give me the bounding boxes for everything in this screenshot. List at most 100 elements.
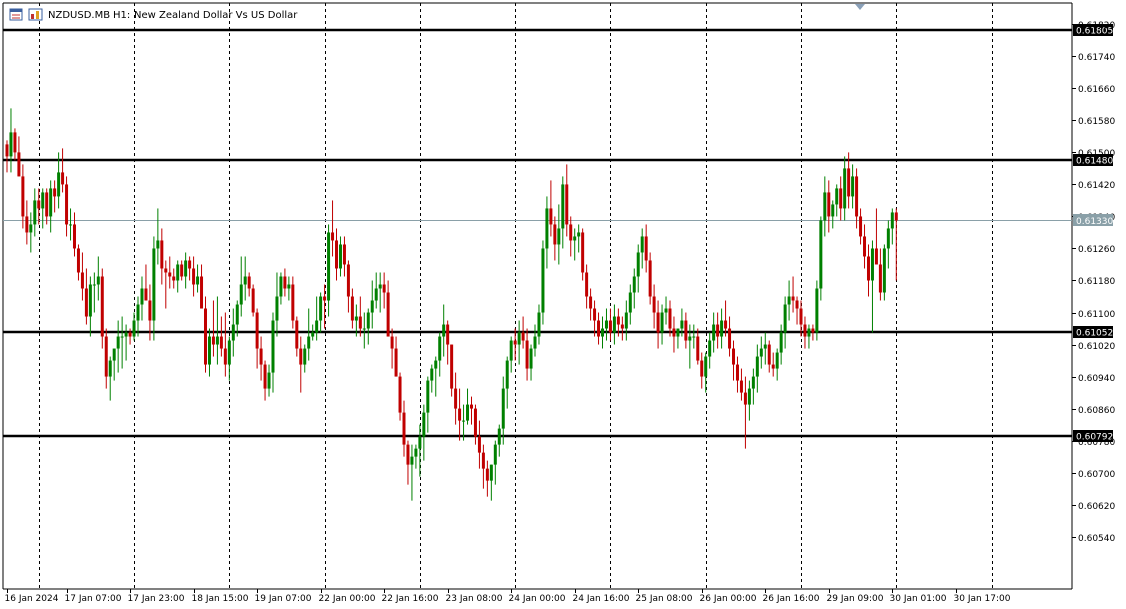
chart-window-icon[interactable] bbox=[9, 8, 23, 21]
candle-body bbox=[835, 188, 839, 205]
candles bbox=[5, 108, 898, 501]
candle-body bbox=[775, 352, 779, 369]
candle-body bbox=[358, 316, 362, 329]
candle bbox=[219, 316, 223, 357]
candle bbox=[589, 288, 593, 321]
candle-body bbox=[509, 340, 513, 361]
candle-body bbox=[366, 312, 370, 329]
candle-body bbox=[112, 348, 116, 361]
candle-body bbox=[866, 256, 870, 281]
candle-body bbox=[72, 224, 76, 249]
candle-body bbox=[779, 332, 783, 353]
candle bbox=[656, 300, 660, 349]
candle bbox=[811, 324, 815, 341]
candle-body bbox=[843, 168, 847, 209]
candle bbox=[295, 316, 299, 357]
candle bbox=[513, 328, 517, 361]
candle-body bbox=[319, 296, 323, 321]
candle-body bbox=[652, 296, 656, 313]
candle bbox=[450, 344, 454, 397]
candle bbox=[779, 324, 783, 365]
candle bbox=[803, 316, 807, 349]
candle bbox=[628, 284, 632, 325]
candle-body bbox=[45, 192, 49, 217]
time-label: 22 Jan 00:00 bbox=[319, 594, 376, 604]
candle-body bbox=[223, 348, 227, 365]
candle-body bbox=[604, 320, 608, 329]
candle-body bbox=[418, 436, 422, 449]
candle bbox=[870, 240, 874, 333]
candle-body bbox=[235, 304, 239, 325]
candle-body bbox=[295, 320, 299, 349]
candle-body bbox=[378, 284, 382, 289]
candle bbox=[608, 308, 612, 341]
candle-body bbox=[331, 232, 335, 241]
candle bbox=[632, 268, 636, 309]
candle-body bbox=[116, 336, 120, 349]
candle bbox=[390, 328, 394, 369]
candle bbox=[267, 364, 271, 397]
candle bbox=[346, 260, 350, 313]
candle bbox=[53, 180, 57, 213]
candle-body bbox=[231, 324, 235, 341]
candle-body bbox=[140, 288, 144, 305]
candle bbox=[497, 424, 501, 457]
candle-body bbox=[422, 412, 426, 437]
candle-body bbox=[863, 236, 867, 257]
candle bbox=[438, 332, 442, 377]
candle bbox=[319, 292, 323, 333]
time-label: 24 Jan 00:00 bbox=[509, 594, 566, 604]
candle-body bbox=[585, 272, 589, 297]
candle-body bbox=[601, 328, 604, 337]
candle bbox=[767, 340, 771, 373]
price-tick-label: 0.61660 bbox=[1078, 85, 1115, 95]
candle bbox=[819, 216, 823, 301]
candle bbox=[509, 336, 513, 373]
candle bbox=[620, 316, 624, 341]
candle bbox=[739, 368, 743, 401]
candle bbox=[751, 368, 755, 405]
candle-body bbox=[69, 224, 73, 226]
candle bbox=[477, 420, 481, 469]
candle-body bbox=[783, 304, 787, 333]
candle bbox=[732, 340, 736, 381]
time-label: 17 Jan 23:00 bbox=[128, 594, 185, 604]
chart-shift-marker-icon[interactable] bbox=[855, 4, 865, 10]
candle-body bbox=[386, 292, 390, 337]
candle-body bbox=[152, 248, 156, 321]
candle-body bbox=[664, 308, 668, 313]
candle bbox=[700, 352, 704, 389]
chart-objects-icon[interactable] bbox=[28, 8, 43, 21]
candle bbox=[851, 164, 855, 209]
candle-body bbox=[374, 288, 378, 301]
candle bbox=[69, 208, 73, 241]
candle-body bbox=[581, 232, 585, 273]
timeframe-label: H1: bbox=[113, 10, 130, 21]
candle bbox=[771, 352, 775, 377]
candle bbox=[473, 404, 477, 445]
candle bbox=[45, 188, 49, 225]
candle bbox=[716, 312, 720, 349]
candle bbox=[307, 308, 311, 361]
candle bbox=[561, 176, 565, 249]
candle-body bbox=[271, 320, 275, 373]
candle bbox=[676, 328, 680, 349]
candle-body bbox=[196, 276, 200, 285]
price-axis[interactable]: 0.61820 0.61740 0.61660 0.61580 0.61500 0.614… bbox=[1072, 21, 1115, 544]
candle-body bbox=[890, 212, 894, 229]
candle bbox=[529, 344, 533, 381]
candle-body bbox=[263, 364, 267, 389]
candle-body bbox=[168, 272, 172, 277]
candle-body bbox=[303, 348, 307, 365]
candle bbox=[33, 188, 37, 237]
candlestick-chart[interactable]: 0.618050.614800.610520.60792 0.618200.61… bbox=[0, 0, 1126, 605]
chart-area[interactable]: 0.61805 0.61480 0.61052 0.60792 0.61820 0.61… bbox=[0, 0, 1126, 605]
candle bbox=[124, 324, 128, 361]
vertical-grid bbox=[39, 3, 993, 589]
candle bbox=[489, 464, 493, 501]
candle-body bbox=[847, 168, 851, 197]
candle bbox=[422, 404, 426, 461]
candle bbox=[827, 180, 831, 233]
candle bbox=[430, 364, 434, 393]
time-axis[interactable]: 16 Jan 2024 17 Jan 07:00 17 Jan 23:00 18 Ja… bbox=[5, 589, 1011, 604]
